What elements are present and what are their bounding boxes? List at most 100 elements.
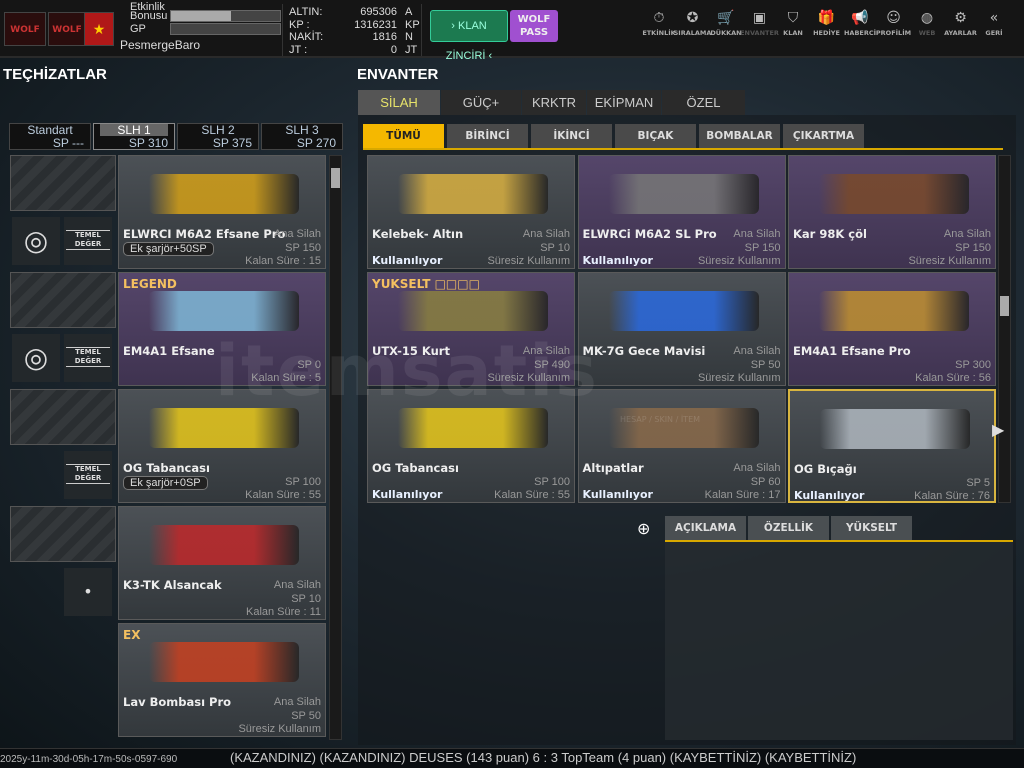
currency-value: 1816 [372, 31, 397, 43]
temel-deger-label: TEMEL DEĞER [66, 230, 110, 250]
detail-tab-1[interactable]: ÖZELLİK [748, 516, 829, 540]
equipped-item-0[interactable]: ELWRCI M6A2 Efsane Pro Ana Silah SP 150 Kal… [118, 155, 326, 269]
loadout-tab-1[interactable]: SLH 1 SP 310 [93, 123, 175, 150]
item-name: EM4A1 Efsane [123, 344, 215, 358]
inventory-item-4[interactable]: MK-7G Gece Mavisi Ana Silah SP 50 Süresiz K… [577, 272, 786, 386]
item-remaining: Kalan Süre : 11 [245, 606, 321, 618]
nav-icon-6: 📢 [851, 10, 869, 26]
left-scrollbar[interactable] [329, 155, 342, 740]
currency-unit: A [405, 6, 413, 18]
extra-mag-button[interactable]: Ek şarjör+50SP [123, 242, 214, 256]
tab-1[interactable]: GÜÇ+ [441, 90, 521, 115]
detail-tab-0[interactable]: AÇIKLAMA [665, 516, 746, 540]
item-name: OG Tabancası [372, 461, 459, 475]
clan-emblem[interactable]: WOLF [48, 12, 86, 46]
subtab-3[interactable]: BIÇAK [615, 124, 696, 148]
next-arrow-icon[interactable]: ▶ [992, 420, 1004, 439]
game-logo: WOLF [4, 12, 46, 46]
item-sp: SP 50 [750, 359, 781, 371]
loadout-tab-2[interactable]: SLH 2 SP 375 [177, 123, 259, 150]
empty-slot[interactable] [10, 155, 116, 211]
equipped-item-4[interactable]: EX Lav Bombası Pro Ana Silah SP 50 Süresiz K… [118, 623, 326, 737]
item-image [398, 408, 548, 448]
tab-0[interactable]: SİLAH [358, 90, 440, 115]
gp-bar [170, 23, 281, 35]
subtab-0[interactable]: TÜMÜ [363, 124, 444, 148]
equipped-item-3[interactable]: K3-TK Alsancak Ana Silah SP 10 Kalan Süre :… [118, 506, 326, 620]
loadout-tab-0[interactable]: Standart SP --- [9, 123, 91, 150]
empty-slot[interactable] [10, 272, 116, 328]
temel-deger-button[interactable]: TEMEL DEĞER [64, 334, 112, 382]
slot-dot[interactable]: • [64, 568, 112, 616]
item-remaining: Kalan Süre : 15 [245, 255, 321, 267]
event-bonus-bar [170, 10, 281, 22]
item-type: Ana Silah [733, 462, 781, 474]
inventory-item-7[interactable]: Altıpatlar Ana Silah SP 60 Kalan Süre : 17 K… [577, 389, 786, 503]
empty-slot[interactable] [10, 389, 116, 445]
inventory-item-0[interactable]: Kelebek- Altın Ana Silah SP 10 Süresiz Kull… [367, 155, 575, 269]
temel-deger-label: TEMEL DEĞER [66, 464, 110, 484]
inventory-item-2[interactable]: Kar 98K çöl Ana Silah SP 150 Süresiz Kullan… [788, 155, 996, 269]
ticker-text: (KAZANDINIZ) (KAZANDINIZ) DEUSES (143 pu… [230, 750, 857, 765]
item-image [819, 174, 969, 214]
magazine-reload-icon[interactable]: ◎ [12, 217, 60, 265]
loadout-name: SLH 3 [285, 123, 319, 137]
gp-label: GP [130, 23, 146, 35]
item-name: EM4A1 Efsane Pro [793, 344, 911, 358]
item-name: Kelebek- Altın [372, 227, 464, 241]
empty-slot[interactable] [10, 506, 116, 562]
item-badge: EX [123, 628, 141, 642]
nav-geri̇[interactable]: « GERİ [972, 0, 1016, 50]
item-badge: LEGEND [123, 277, 177, 291]
subtab-1[interactable]: BİRİNCİ [447, 124, 528, 148]
temel-deger-button[interactable]: TEMEL DEĞER [64, 451, 112, 499]
item-type: Ana Silah [943, 228, 991, 240]
item-sp: SP 100 [534, 476, 570, 488]
item-status: Kullanılıyor [582, 254, 653, 267]
inventory-item-1[interactable]: ELWRCi M6A2 SL Pro Ana Silah SP 150 Süresiz… [577, 155, 786, 269]
tab-3[interactable]: EKİPMAN [587, 90, 661, 115]
inventory-title: ENVANTER [357, 66, 439, 83]
subtab-4[interactable]: BOMBALAR [699, 124, 780, 148]
nav-icon-1: ✪ [686, 10, 699, 26]
item-image [149, 525, 299, 565]
tab-2[interactable]: KRKTR [522, 90, 586, 115]
detail-tab-2[interactable]: YÜKSELT [831, 516, 912, 540]
subtab-2[interactable]: İKİNCİ [531, 124, 612, 148]
item-image [149, 642, 299, 682]
klan-chain-button[interactable]: › KLAN ZİNCİRİ ‹ [430, 10, 508, 62]
scroll-thumb[interactable] [1000, 296, 1009, 316]
tab-4[interactable]: ÖZEL [662, 90, 745, 115]
item-name: OG Bıçağı [794, 462, 857, 476]
item-type: Ana Silah [733, 345, 781, 357]
loadout-tab-3[interactable]: SLH 3 SP 270 [261, 123, 343, 150]
wolf-pass-button[interactable]: WOLF PASS [510, 10, 558, 42]
loadout-sp: SP --- [52, 136, 84, 150]
timestamp: 2025y-11m-30d-05h-17m-50s-0597-690 [0, 754, 178, 765]
item-remaining: Kalan Süre : 76 [914, 490, 990, 502]
inventory-scrollbar[interactable] [998, 155, 1011, 503]
zoom-in-icon[interactable]: ⊕ [637, 519, 650, 538]
item-type: Ana Silah [273, 696, 321, 708]
item-name: K3-TK Alsancak [123, 578, 222, 592]
currency-label: JT : [289, 43, 308, 56]
scroll-thumb[interactable] [331, 168, 340, 188]
item-image [149, 174, 299, 214]
inventory-item-8[interactable]: OG Bıçağı SP 5 Kalan Süre : 76 Kullanılıyor [788, 389, 996, 503]
extra-mag-button[interactable]: Ek şarjör+0SP [123, 476, 208, 490]
inventory-item-5[interactable]: EM4A1 Efsane Pro SP 300 Kalan Süre : 56 [788, 272, 996, 386]
item-remaining: Süresiz Kullanım [487, 255, 570, 267]
subtab-5[interactable]: ÇIKARTMA [783, 124, 864, 148]
nav-icon-3: ▣ [752, 10, 767, 26]
currency-unit: JT [405, 43, 418, 56]
item-remaining: Kalan Süre : 55 [494, 489, 570, 501]
temel-deger-button[interactable]: TEMEL DEĞER [64, 217, 112, 265]
item-remaining: Kalan Süre : 17 [704, 489, 781, 501]
item-image [398, 291, 548, 331]
loadout-name: SLH 1 [100, 124, 168, 136]
item-sp: SP 150 [955, 242, 991, 254]
magazine-reload-icon[interactable]: ◎ [12, 334, 60, 382]
nav-icon-9: ⚙ [954, 10, 967, 26]
nav-label: GERİ [985, 29, 1003, 37]
item-name: MK-7G Gece Mavisi [582, 344, 706, 358]
